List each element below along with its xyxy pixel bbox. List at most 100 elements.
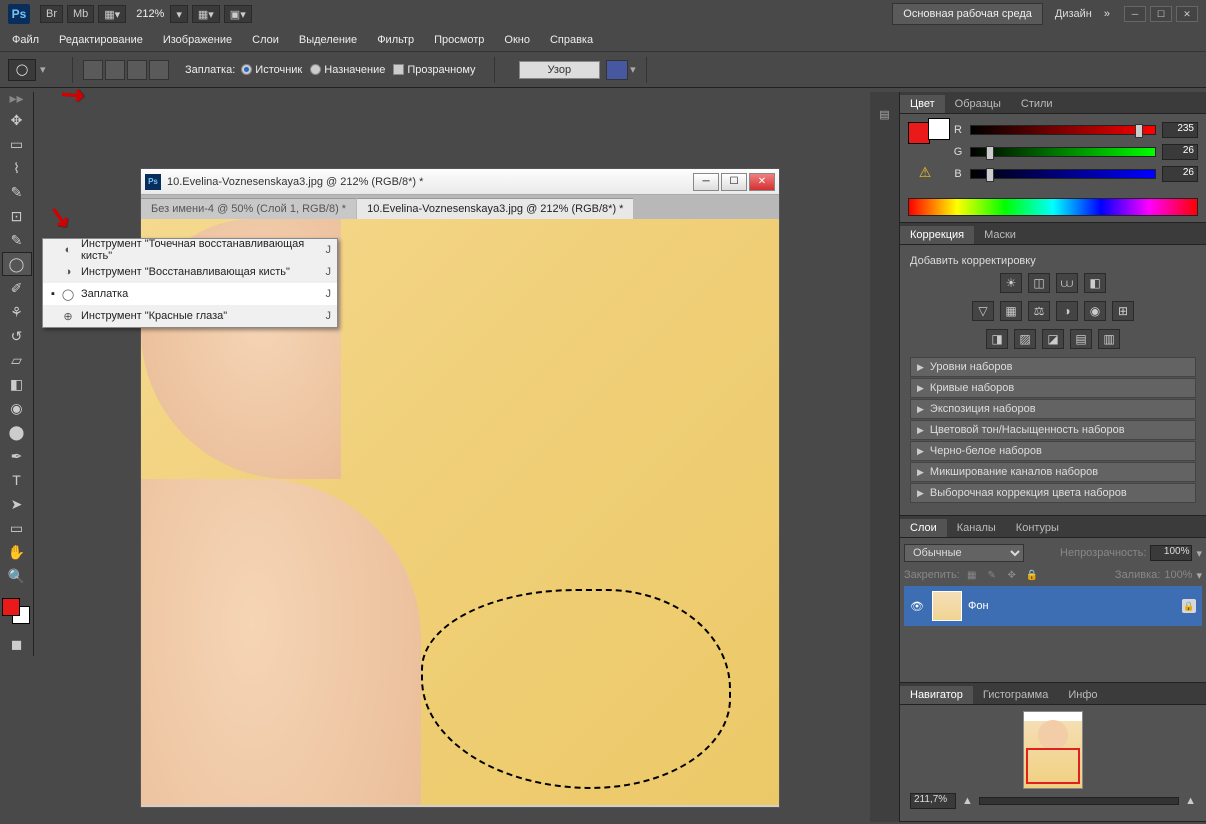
view-extras-button[interactable]: ▦▾ <box>98 5 126 23</box>
quick-selection-tool[interactable]: ✎ <box>2 180 32 204</box>
photo-filter-icon[interactable]: ◉ <box>1084 301 1106 321</box>
menu-select[interactable]: Выделение <box>289 30 367 50</box>
layer-visibility-icon[interactable]: 👁 <box>910 600 926 613</box>
histogram-tab[interactable]: Гистограмма <box>973 686 1059 704</box>
black-white-icon[interactable]: ◑ <box>1056 301 1078 321</box>
doc-maximize-button[interactable]: ☐ <box>721 173 747 191</box>
patch-destination-radio[interactable]: Назначение <box>310 64 385 76</box>
navigator-thumbnail[interactable] <box>1023 711 1083 789</box>
rectangle-tool[interactable]: ▭ <box>2 516 32 540</box>
styles-tab[interactable]: Стили <box>1011 95 1063 113</box>
window-maximize-button[interactable]: ☐ <box>1150 6 1172 22</box>
brush-tool[interactable]: ✐ <box>2 276 32 300</box>
doc-close-button[interactable]: ✕ <box>749 173 775 191</box>
color-tab[interactable]: Цвет <box>900 95 945 113</box>
menu-view[interactable]: Просмотр <box>424 30 494 50</box>
layer-name[interactable]: Фон <box>968 600 989 612</box>
hue-saturation-icon[interactable]: ▦ <box>1000 301 1022 321</box>
flyout-patch-tool[interactable]: ▪◯ ЗаплаткаJ <box>43 283 337 305</box>
blur-tool[interactable]: ◉ <box>2 396 32 420</box>
arrange-documents-button[interactable]: ▦▾ <box>192 5 220 23</box>
document-tab-2[interactable]: 10.Evelina-Voznesenskaya3.jpg @ 212% (RG… <box>357 198 633 219</box>
menu-image[interactable]: Изображение <box>153 30 242 50</box>
preset-hue-saturation[interactable]: ▶Цветовой тон/Насыщенность наборов <box>910 420 1196 440</box>
layer-row-background[interactable]: 👁 Фон 🔒 <box>904 586 1202 626</box>
window-minimize-button[interactable]: ─ <box>1124 6 1146 22</box>
menu-filter[interactable]: Фильтр <box>367 30 424 50</box>
flyout-spot-healing-brush[interactable]: ◐ Инструмент "Точечная восстанавливающая… <box>43 239 337 261</box>
invert-icon[interactable]: ◨ <box>986 329 1008 349</box>
marquee-tool[interactable]: ▭ <box>2 132 32 156</box>
layers-tab[interactable]: Слои <box>900 519 947 537</box>
menu-file[interactable]: Файл <box>8 30 49 50</box>
posterize-icon[interactable]: ▨ <box>1014 329 1036 349</box>
preset-selective-color[interactable]: ▶Выборочная коррекция цвета наборов <box>910 483 1196 503</box>
threshold-icon[interactable]: ◪ <box>1042 329 1064 349</box>
gradient-map-icon[interactable]: ▤ <box>1070 329 1092 349</box>
gamut-warning-icon[interactable]: ⚠ <box>919 164 932 181</box>
lock-position-icon[interactable]: ✥ <box>1004 568 1020 582</box>
g-value-input[interactable]: 26 <box>1162 144 1198 160</box>
zoom-in-icon[interactable]: ▲ <box>1185 795 1196 807</box>
collapsed-panel-icon[interactable]: ▤ <box>873 102 897 126</box>
patch-transparent-checkbox[interactable]: Прозрачному <box>393 64 475 76</box>
launch-bridge-button[interactable]: Br <box>40 5 63 23</box>
navigator-zoom-slider[interactable] <box>979 797 1179 805</box>
screen-mode-button[interactable]: ▣▾ <box>224 5 252 23</box>
pattern-swatch[interactable] <box>606 60 628 80</box>
document-titlebar[interactable]: Ps 10.Evelina-Voznesenskaya3.jpg @ 212% … <box>141 169 779 195</box>
doc-minimize-button[interactable]: ─ <box>693 173 719 191</box>
flyout-healing-brush[interactable]: ◑ Инструмент "Восстанавливающая кисть"J <box>43 261 337 283</box>
type-tool[interactable]: T <box>2 468 32 492</box>
layer-thumbnail[interactable] <box>932 591 962 621</box>
dodge-tool[interactable]: ⬤ <box>2 420 32 444</box>
path-selection-tool[interactable]: ➤ <box>2 492 32 516</box>
document-tab-1[interactable]: Без имени-4 @ 50% (Слой 1, RGB/8) * <box>141 198 356 219</box>
gradient-tool[interactable]: ◧ <box>2 372 32 396</box>
info-tab[interactable]: Инфо <box>1058 686 1107 704</box>
color-swatches[interactable] <box>0 596 33 626</box>
selection-new-button[interactable] <box>83 60 103 80</box>
workspace-design-button[interactable]: Дизайн <box>1049 8 1098 20</box>
r-value-input[interactable]: 235 <box>1162 122 1198 138</box>
flyout-red-eye-tool[interactable]: ⊕ Инструмент "Красные глаза"J <box>43 305 337 327</box>
navigator-tab[interactable]: Навигатор <box>900 686 973 704</box>
menu-layers[interactable]: Слои <box>242 30 289 50</box>
workspace-essentials-button[interactable]: Основная рабочая среда <box>892 3 1043 25</box>
preset-channel-mixer[interactable]: ▶Микширование каналов наборов <box>910 462 1196 482</box>
patch-source-radio[interactable]: Источник <box>241 64 302 76</box>
vibrance-icon[interactable]: ▽ <box>972 301 994 321</box>
menu-edit[interactable]: Редактирование <box>49 30 153 50</box>
window-close-button[interactable]: ✕ <box>1176 6 1198 22</box>
color-panel-background[interactable] <box>928 118 950 140</box>
brightness-contrast-icon[interactable]: ☀ <box>1000 273 1022 293</box>
b-slider[interactable] <box>970 169 1156 179</box>
zoom-level-display[interactable]: 212% <box>136 8 164 20</box>
pen-tool[interactable]: ✒ <box>2 444 32 468</box>
g-slider[interactable] <box>970 147 1156 157</box>
preset-black-white[interactable]: ▶Черно-белое наборов <box>910 441 1196 461</box>
use-pattern-button[interactable]: Узор <box>519 61 601 79</box>
selection-intersect-button[interactable] <box>149 60 169 80</box>
adjustments-tab[interactable]: Коррекция <box>900 226 974 244</box>
levels-icon[interactable]: ◫ <box>1028 273 1050 293</box>
healing-brush-tool[interactable]: ◯ <box>2 252 32 276</box>
masks-tab[interactable]: Маски <box>974 226 1026 244</box>
foreground-color[interactable] <box>2 598 20 616</box>
menu-help[interactable]: Справка <box>540 30 603 50</box>
tools-collapse-handle[interactable]: ▸▸ <box>2 92 32 104</box>
quick-mask-toggle[interactable]: ◼ <box>2 632 32 656</box>
exposure-icon[interactable]: ◧ <box>1084 273 1106 293</box>
b-value-input[interactable]: 26 <box>1162 166 1198 182</box>
navigator-zoom-input[interactable]: 211,7% <box>910 793 956 809</box>
menu-window[interactable]: Окно <box>494 30 540 50</box>
tool-preset-dropdown[interactable]: ▾ <box>40 63 50 76</box>
crop-tool[interactable]: ⊡ <box>2 204 32 228</box>
selective-color-icon[interactable]: ▥ <box>1098 329 1120 349</box>
opacity-input[interactable]: 100% <box>1150 545 1192 561</box>
eraser-tool[interactable]: ▱ <box>2 348 32 372</box>
channel-mixer-icon[interactable]: ⊞ <box>1112 301 1134 321</box>
swatches-tab[interactable]: Образцы <box>945 95 1011 113</box>
eyedropper-tool[interactable]: ✎ <box>2 228 32 252</box>
preset-curves[interactable]: ▶Кривые наборов <box>910 378 1196 398</box>
